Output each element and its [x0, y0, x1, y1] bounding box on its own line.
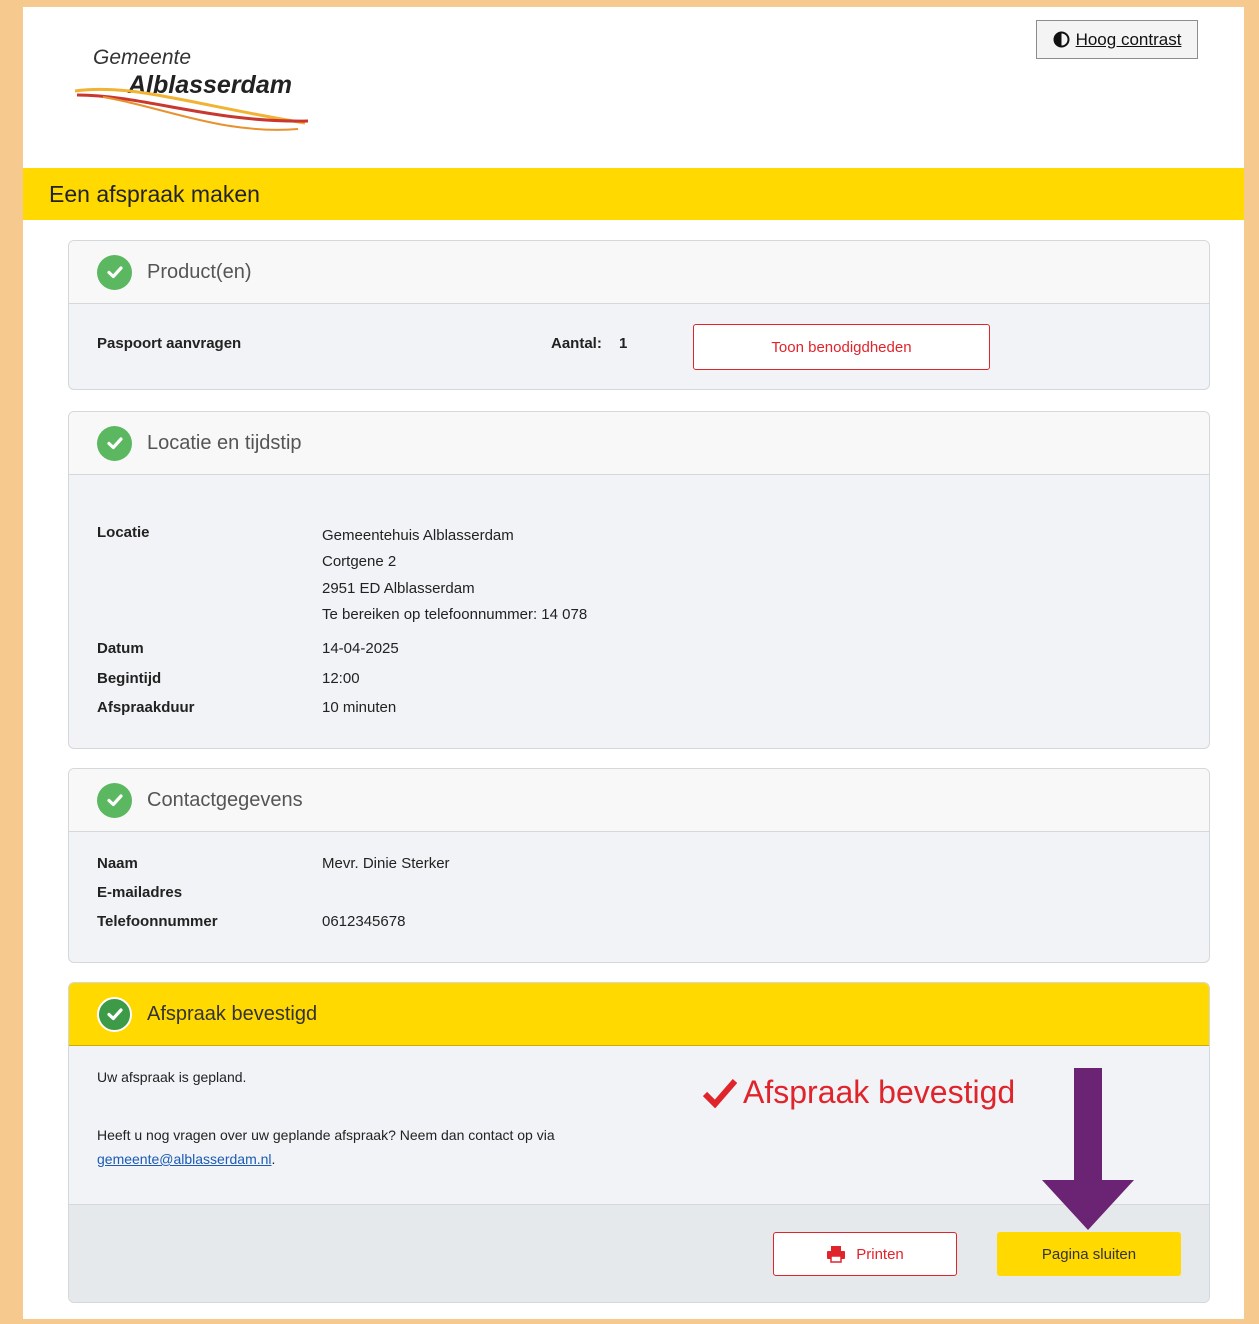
page-title-banner: Een afspraak maken [23, 168, 1244, 220]
show-requirements-button[interactable]: Toon benodigdheden [693, 324, 990, 370]
high-contrast-label: Hoog contrast [1075, 29, 1182, 49]
address-line-1: Gemeentehuis Alblasserdam [322, 527, 514, 544]
date-value: 14-04-2025 [322, 640, 399, 657]
location-card-header: Locatie en tijdstip [69, 412, 1209, 475]
check-circle-icon [97, 254, 132, 290]
print-button[interactable]: Printen [773, 1232, 957, 1276]
high-contrast-button[interactable]: Hoog contrast [1036, 20, 1198, 59]
name-label: Naam [97, 855, 138, 872]
close-page-button[interactable]: Pagina sluiten [997, 1232, 1181, 1276]
address-line-2: Cortgene 2 [322, 553, 397, 570]
location-card-title: Locatie en tijdstip [147, 431, 302, 454]
address-line-4: Te bereiken op telefoonnummer: 14 078 [322, 606, 588, 623]
logo-swoosh-icon [74, 87, 309, 131]
confirmation-card-body: Uw afspraak is gepland. Heeft u nog vrag… [69, 1046, 1209, 1302]
products-card-title: Product(en) [147, 260, 252, 283]
date-label: Datum [97, 640, 144, 657]
show-requirements-label: Toon benodigdheden [771, 338, 912, 356]
address-line-3: 2951 ED Alblasserdam [322, 580, 475, 597]
start-time-value: 12:00 [322, 670, 360, 687]
product-name: Paspoort aanvragen [97, 335, 242, 352]
logo-line1: Gemeente [93, 46, 192, 69]
duration-label: Afspraakduur [97, 699, 195, 716]
planned-text: Uw afspraak is gepland. [97, 1069, 247, 1085]
name-value: Mevr. Dinie Sterker [322, 855, 450, 872]
confirmation-footer: Printen Pagina sluiten [69, 1204, 1209, 1302]
products-card-body: Paspoort aanvragen Aantal: 1 Toon benodi… [69, 304, 1209, 389]
products-card-header: Product(en) [69, 241, 1209, 304]
confirmation-card-header: Afspraak bevestigd [69, 983, 1209, 1046]
email-label: E-mailadres [97, 884, 183, 901]
start-time-label: Begintijd [97, 670, 162, 687]
contact-card-header: Contactgegevens [69, 769, 1209, 832]
contact-card-title: Contactgegevens [147, 788, 303, 811]
contact-card-body: Naam Mevr. Dinie Sterker E-mailadres Tel… [69, 832, 1209, 962]
location-label: Locatie [97, 524, 150, 541]
checkmark-icon [703, 1078, 737, 1108]
location-card-body: Locatie Gemeentehuis Alblasserdam Cortge… [69, 475, 1209, 748]
confirmed-annotation: Afspraak bevestigd [703, 1074, 1015, 1111]
duration-value: 10 minuten [322, 699, 397, 716]
count-value: 1 [619, 335, 628, 352]
contact-email-link[interactable]: gemeente@alblasserdam.nl [97, 1151, 272, 1167]
confirmation-card-title: Afspraak bevestigd [147, 1002, 318, 1025]
close-page-label: Pagina sluiten [1041, 1245, 1137, 1263]
email-link-period: . [271, 1151, 276, 1167]
header: Gemeente Alblasserdam Hoog contrast [23, 7, 1244, 168]
printer-icon [827, 1246, 846, 1263]
page: Gemeente Alblasserdam Hoog contrast Een … [23, 7, 1244, 1319]
confirmed-annotation-text: Afspraak bevestigd [743, 1074, 1016, 1110]
products-card: Product(en) Paspoort aanvragen Aantal: 1… [68, 240, 1210, 390]
municipality-logo[interactable]: Gemeente Alblasserdam [73, 43, 313, 143]
arrow-down-icon [1042, 1068, 1134, 1230]
contrast-icon [1053, 31, 1070, 48]
print-button-label: Printen [856, 1245, 904, 1263]
contact-card: Contactgegevens Naam Mevr. Dinie Sterker… [68, 768, 1210, 963]
questions-text: Heeft u nog vragen over uw geplande afsp… [97, 1127, 555, 1143]
check-circle-icon [97, 782, 132, 818]
count-label: Aantal: [551, 335, 602, 352]
phone-value: 0612345678 [322, 913, 406, 930]
email-link-line: gemeente@alblasserdam.nl. [97, 1151, 275, 1167]
confirmation-card: Afspraak bevestigd Uw afspraak is geplan… [68, 982, 1210, 1303]
page-title: Een afspraak maken [49, 180, 260, 207]
location-card: Locatie en tijdstip Locatie Gemeentehuis… [68, 411, 1210, 749]
phone-label: Telefoonnummer [97, 913, 218, 930]
check-circle-icon [97, 425, 132, 461]
check-circle-icon [97, 996, 132, 1032]
